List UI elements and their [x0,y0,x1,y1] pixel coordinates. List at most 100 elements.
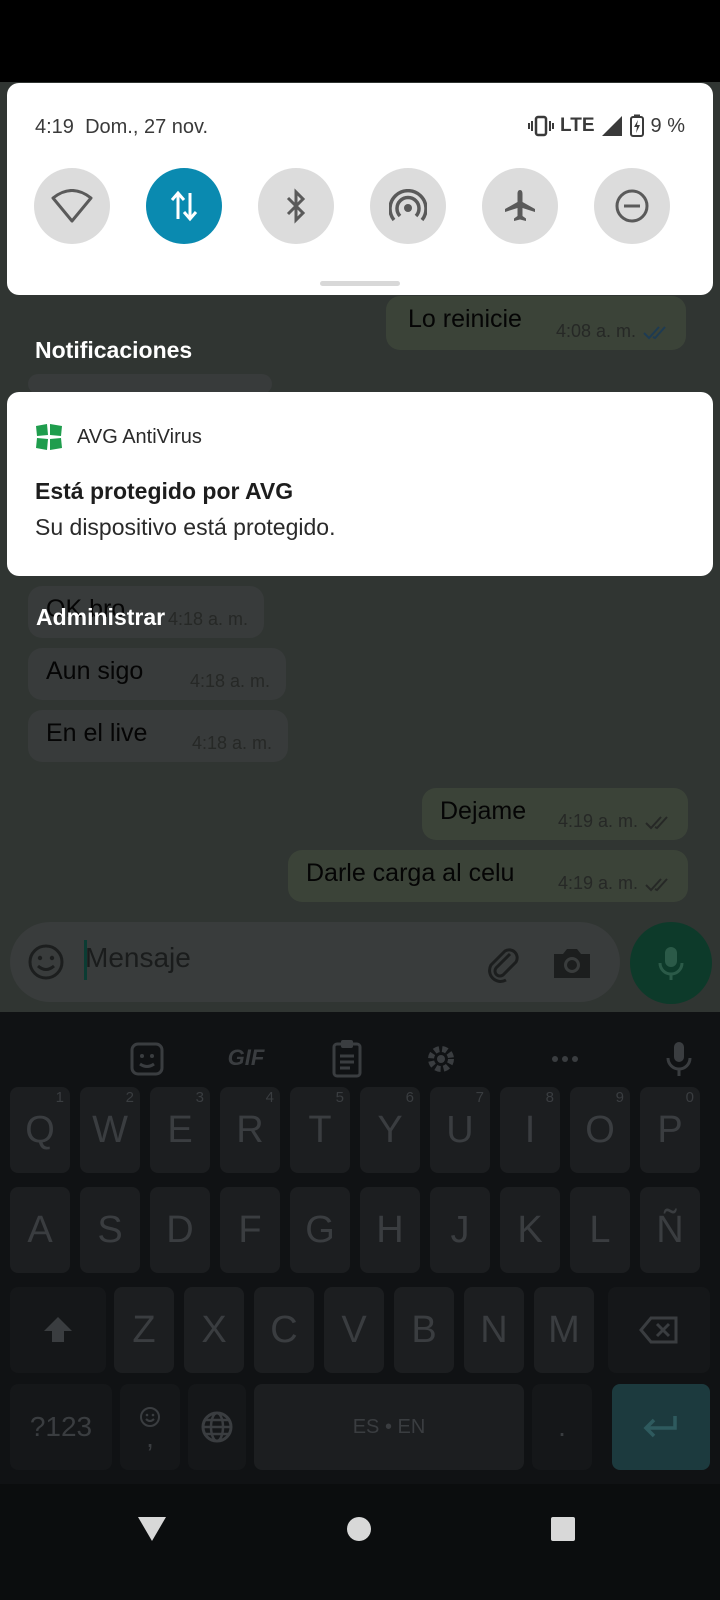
key-v[interactable]: V [324,1287,384,1373]
avg-logo-icon [36,424,62,450]
key-d[interactable]: D [150,1187,210,1273]
keyboard: GIF Q1 W2 E3 R4 T5 Y6 U7 I8 O9 P0 A S D … [0,1012,720,1484]
key-label: P [657,1108,683,1151]
enter-key[interactable] [612,1384,710,1470]
key-k[interactable]: K [500,1187,560,1273]
key-label: A [27,1208,53,1251]
key-o[interactable]: O9 [570,1087,630,1173]
recents-nav-icon[interactable] [548,1514,578,1544]
airplane-tile[interactable] [482,168,558,244]
language-key[interactable] [188,1384,246,1470]
manage-notifications-button[interactable]: Administrar [36,604,165,631]
backspace-icon [639,1316,678,1344]
message-text: En el live [46,719,148,747]
key-e[interactable]: E3 [150,1087,210,1173]
notification-card[interactable]: AVG AntiVirus Está protegido por AVG Su … [7,392,713,576]
key-enye[interactable]: Ñ [640,1187,700,1273]
key-y[interactable]: Y6 [360,1087,420,1173]
chat-message-out[interactable]: Dejame 4:19 a. m. [422,788,688,840]
key-label: N [480,1308,508,1351]
key-label: V [341,1308,367,1351]
chat-message-in[interactable]: En el live 4:18 a. m. [28,710,288,762]
back-nav-icon[interactable] [135,1514,169,1544]
key-j[interactable]: J [430,1187,490,1273]
key-label: Ñ [656,1208,684,1251]
do-not-disturb-icon [615,189,649,223]
key-label: M [548,1308,580,1351]
emoji-icon[interactable] [26,942,66,982]
key-p[interactable]: P0 [640,1087,700,1173]
mic-icon [658,947,684,980]
key-label: X [201,1308,227,1351]
key-n[interactable]: N [464,1287,524,1373]
camera-icon[interactable] [550,942,594,982]
clock: 4:19 [35,116,74,138]
chat-message-out[interactable]: Darle carga al celu 4:19 a. m. [288,850,688,902]
key-label: J [450,1208,470,1251]
hotspot-tile[interactable] [370,168,446,244]
chat-message-in[interactable]: Aun sigo 4:18 a. m. [28,648,286,700]
key-c[interactable]: C [254,1287,314,1373]
comma-emoji-key[interactable]: , [120,1384,180,1470]
key-b[interactable]: B [394,1287,454,1373]
key-t[interactable]: T5 [290,1087,350,1173]
key-s[interactable]: S [80,1187,140,1273]
key-m[interactable]: M [534,1287,594,1373]
key-q[interactable]: Q1 [10,1087,70,1173]
shift-icon [44,1317,72,1342]
key-label: L [589,1208,611,1251]
key-w[interactable]: W2 [80,1087,140,1173]
attach-icon[interactable] [480,940,524,984]
message-text: Darle carga al celu [306,859,515,887]
key-x[interactable]: X [184,1287,244,1373]
sticker-icon[interactable] [120,1032,174,1086]
period-key[interactable]: . [532,1384,592,1470]
key-label: R [236,1108,264,1151]
clipboard-icon[interactable] [320,1032,374,1086]
shift-key[interactable] [10,1287,106,1373]
key-z[interactable]: Z [114,1287,174,1373]
drag-handle[interactable] [320,281,400,286]
key-h[interactable]: H [360,1187,420,1273]
key-hint: 5 [335,1089,344,1106]
more-icon[interactable] [538,1032,592,1086]
mobile-data-icon [170,190,198,222]
settings-icon[interactable] [414,1032,468,1086]
voice-record-button[interactable] [630,922,712,1004]
key-label: F [238,1208,262,1251]
quick-settings-panel: 4:19 Dom., 27 nov. LTE 9 % [7,83,713,295]
wifi-tile[interactable] [34,168,110,244]
home-nav-icon[interactable] [344,1514,374,1544]
message-text: Dejame [440,797,527,825]
status-icons: LTE 9 % [528,113,685,139]
key-r[interactable]: R4 [220,1087,280,1173]
key-g[interactable]: G [290,1187,350,1273]
signal-icon [601,116,622,136]
chat-message-out[interactable]: Lo reinicie 4:08 a. m. [386,296,686,350]
voice-typing-icon[interactable] [652,1032,706,1086]
key-i[interactable]: I8 [500,1087,560,1173]
message-text: Aun sigo [46,657,144,685]
key-u[interactable]: U7 [430,1087,490,1173]
key-a[interactable]: A [10,1187,70,1273]
key-hint: 3 [195,1089,204,1106]
space-key[interactable]: ES • EN [254,1384,524,1470]
enter-icon [643,1416,677,1438]
mobile-data-tile[interactable] [146,168,222,244]
key-label: S [97,1208,123,1251]
backspace-key[interactable] [608,1287,710,1373]
bluetooth-tile[interactable] [258,168,334,244]
key-l[interactable]: L [570,1187,630,1273]
key-label: D [166,1208,194,1251]
message-input[interactable]: Mensaje [85,942,191,974]
gif-button[interactable]: GIF [216,1045,276,1071]
read-ticks-icon [643,326,666,340]
chat-message-in[interactable] [28,374,272,394]
message-compose-bar[interactable]: Mensaje [10,922,620,1002]
key-f[interactable]: F [220,1187,280,1273]
do-not-disturb-tile[interactable] [594,168,670,244]
key-label: W [92,1108,128,1151]
symbols-key[interactable]: ?123 [10,1384,112,1470]
delivered-ticks-icon [645,816,668,830]
message-time: 4:19 a. m. [557,873,638,893]
